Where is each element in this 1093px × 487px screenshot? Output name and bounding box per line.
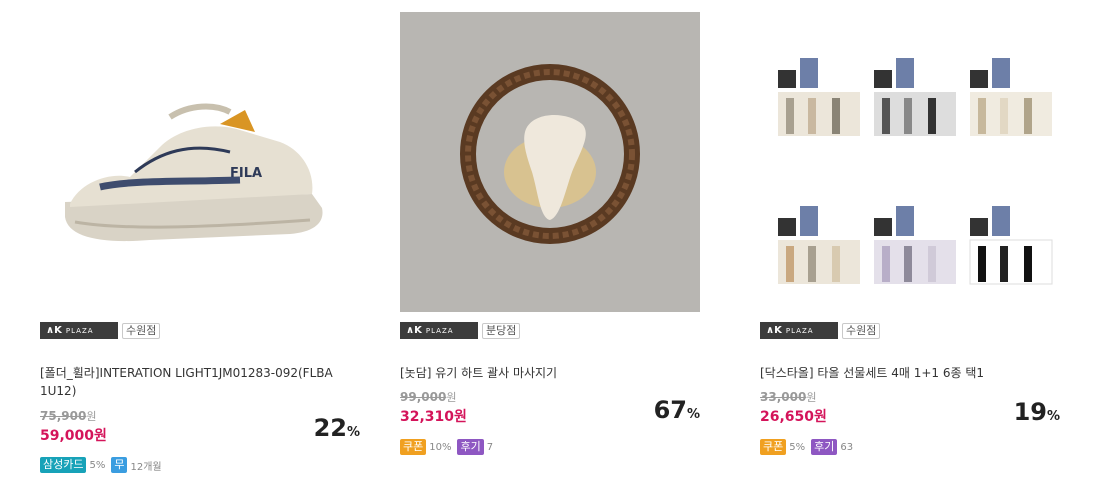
sale-price: 26,650원 [760,409,827,425]
discount-rate: 22% [313,414,360,442]
samsung-card-badge: 삼성카드 [40,457,87,473]
ak-plaza-logo: ∧K PLAZA [400,322,478,339]
product-title[interactable]: [폴더_휠라]INTERATION LIGHT1JM01283-092(FLBA… [40,364,340,400]
discount-rate: 19% [1013,398,1060,426]
product-image-sneaker[interactable]: FILA [40,12,340,312]
product-card[interactable]: FILA ∧K PLAZA 수원점 [폴더_휠라]INTERATION LIGHT… [40,0,360,487]
ak-plaza-logo: ∧K PLAZA [760,322,838,339]
branch-badge: 수원점 [842,322,881,339]
interest-free-badge: 무 [111,457,128,473]
original-price: 99,000원 [400,390,457,404]
review-count: 63 [840,441,854,453]
coupon-badge: 쿠폰 [760,439,787,455]
product-title[interactable]: [닥스타올] 타올 선물세트 4매 1+1 6종 택1 [760,364,1060,382]
discount-rate: 67% [653,396,700,424]
coupon-badge: 쿠폰 [400,439,427,455]
ak-plaza-logo: ∧K PLAZA [40,322,118,339]
coupon-rate: 10% [429,441,452,453]
samsung-card-rate: 5% [89,459,106,471]
review-badge: 후기 [811,439,838,455]
product-card[interactable]: ∧K PLAZA 수원점 [닥스타올] 타올 선물세트 4매 1+1 6종 택1 … [760,0,1080,487]
review-badge: 후기 [457,439,484,455]
svg-text:FILA: FILA [230,166,262,181]
coupon-rate: 5% [789,441,806,453]
branch-badge: 수원점 [122,322,161,339]
sale-price: 32,310원 [400,409,467,425]
original-price: 75,900원 [40,409,97,423]
sale-price: 59,000원 [40,428,107,444]
product-image-gua-sha[interactable] [400,12,700,312]
product-image-towel-set[interactable] [760,12,1060,312]
product-card[interactable]: ∧K PLAZA 분당점 [놋담] 유기 하트 괄사 마사지기 99,000원 3… [400,0,720,487]
review-count: 7 [486,441,494,453]
original-price: 33,000원 [760,390,817,404]
installment-months: 12개월 [130,461,162,473]
branch-badge: 분당점 [482,322,521,339]
product-title[interactable]: [놋담] 유기 하트 괄사 마사지기 [400,364,700,382]
